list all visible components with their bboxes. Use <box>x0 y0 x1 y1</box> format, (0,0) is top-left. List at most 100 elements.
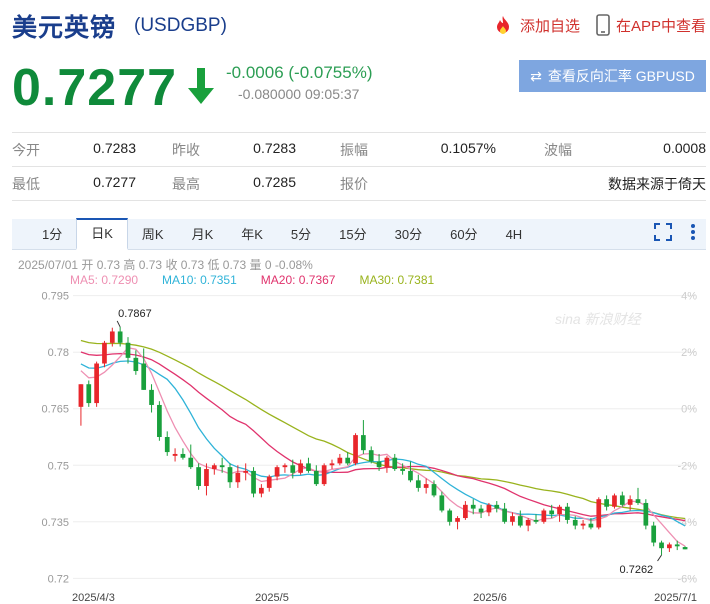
candle-body <box>227 467 233 483</box>
candle-body <box>651 525 657 543</box>
stat-value: 0.7277 <box>93 173 136 190</box>
stat-label: 最低 <box>12 175 40 192</box>
candle-body <box>345 457 351 464</box>
candle-body <box>266 476 272 488</box>
add-watchlist-button[interactable]: 添加自选 <box>492 14 580 36</box>
stat-value: 0.1057% <box>440 139 496 156</box>
candle-body <box>133 357 139 372</box>
tab-60min[interactable]: 60分 <box>436 219 491 250</box>
candle-body <box>219 465 225 468</box>
candle-body <box>400 469 405 471</box>
tab-daily[interactable]: 日K <box>76 218 128 250</box>
stat-value: 0.0008 <box>663 139 706 156</box>
candle-body <box>384 457 390 468</box>
candle-body <box>415 480 421 488</box>
ma30-label: MA30: 0.7381 <box>359 273 435 287</box>
candle-body <box>612 495 617 507</box>
fullscreen-icon[interactable] <box>654 223 672 241</box>
stat-label: 昨收 <box>172 141 200 158</box>
tab-5min[interactable]: 5分 <box>277 219 325 250</box>
more-icon[interactable] <box>690 223 696 241</box>
add-watchlist-label: 添加自选 <box>520 17 581 35</box>
candle-body <box>604 499 609 507</box>
y-tick-label: 0.78 <box>48 347 69 359</box>
x-tick-label: 2025/7/1 <box>654 592 697 604</box>
kline-chart[interactable]: 0.795 4%0.78 2%0.765 0%0.75 -2%0.735 -4%0.72-… <box>0 288 710 604</box>
y-tick-label: 0.72 <box>48 573 69 585</box>
candle-body <box>337 457 343 464</box>
candle-body <box>588 523 594 528</box>
candle-body <box>517 516 523 526</box>
stat-high: 最高 0.7285 <box>142 174 302 194</box>
candle-body <box>172 453 178 456</box>
candle-body <box>580 523 586 526</box>
ma-legend: MA5: 0.7290 MA10: 0.7351 MA20: 0.7367 MA… <box>70 273 434 287</box>
candle-body <box>502 508 507 522</box>
y-right-tick-label: -2% <box>677 460 697 472</box>
candle-body <box>408 470 413 481</box>
down-arrow-icon <box>188 68 214 104</box>
tab-4h[interactable]: 4H <box>492 219 537 250</box>
candle-body <box>204 469 209 486</box>
tab-1min[interactable]: 1分 <box>12 219 76 250</box>
tab-weekly[interactable]: 周K <box>128 219 178 250</box>
candle-body <box>674 544 680 547</box>
open-app-button[interactable]: 在APP中查看 <box>596 14 706 36</box>
stat-prev-close: 昨收 0.7283 <box>142 140 302 160</box>
tab-30min[interactable]: 30分 <box>381 219 436 250</box>
candle-body <box>313 470 319 485</box>
candle-body <box>86 384 92 404</box>
candle-body <box>149 389 154 405</box>
candle-body <box>619 495 625 505</box>
stat-range: 波幅 0.0008 <box>502 140 706 160</box>
price-subinfo: -0.080000 09:05:37 <box>238 86 360 102</box>
candle-body <box>549 510 555 515</box>
ma20-label: MA20: 0.7367 <box>260 273 336 287</box>
candle-body <box>368 450 374 462</box>
candle-body <box>164 437 170 453</box>
tab-15min[interactable]: 15分 <box>325 219 380 250</box>
candle-body <box>627 499 633 505</box>
x-tick-label: 2025/6 <box>473 592 507 604</box>
stat-source: 数据来源于倚天 <box>502 174 706 194</box>
stats-row: 今开 0.7283 昨收 0.7283 振幅 0.1057% 波幅 0.0008 <box>12 133 706 167</box>
stat-amplitude: 振幅 0.1057% <box>302 140 502 160</box>
candle-body <box>447 510 453 522</box>
candle-body <box>439 495 445 511</box>
candle-body <box>525 519 531 526</box>
tab-monthly[interactable]: 月K <box>178 219 228 250</box>
candle-body <box>682 547 688 550</box>
candle-body <box>431 484 437 496</box>
candle-body <box>423 484 429 488</box>
tab-yearly[interactable]: 年K <box>227 219 277 250</box>
candle-body <box>157 404 162 437</box>
y-tick-label: 0.795 <box>41 291 69 303</box>
candle-body <box>180 453 186 458</box>
candle-body <box>596 499 602 528</box>
reverse-rate-button[interactable]: ⇄ 查看反向汇率 GBPUSD <box>519 60 706 92</box>
candle-body <box>321 465 327 485</box>
y-tick-label: 0.735 <box>41 517 69 529</box>
candle-body <box>94 363 99 404</box>
candle-body <box>533 519 539 522</box>
candle-body <box>188 457 194 468</box>
candle-body <box>141 363 147 390</box>
stat-open: 今开 0.7283 <box>12 140 142 160</box>
candle-body <box>102 342 107 364</box>
candle-body <box>572 519 578 526</box>
x-tick-label: 2025/5 <box>255 592 289 604</box>
annotation-low: 0.7262 <box>620 564 654 576</box>
stat-label: 报价 <box>340 175 368 192</box>
data-source-text: 数据来源于倚天 <box>608 175 706 192</box>
stats-row: 最低 0.7277 最高 0.7285 报价 数据来源于倚天 <box>12 167 706 201</box>
candle-body <box>470 504 476 509</box>
candle-body <box>392 457 398 470</box>
annotation-leader <box>657 554 662 562</box>
y-right-tick-label: 2% <box>681 347 697 359</box>
swap-icon: ⇄ <box>530 67 542 84</box>
candle-body <box>259 487 264 494</box>
page-title: 美元英镑 <box>12 14 117 42</box>
candle-body <box>494 504 500 509</box>
stat-quote: 报价 <box>302 174 502 194</box>
candle-body <box>478 508 484 513</box>
